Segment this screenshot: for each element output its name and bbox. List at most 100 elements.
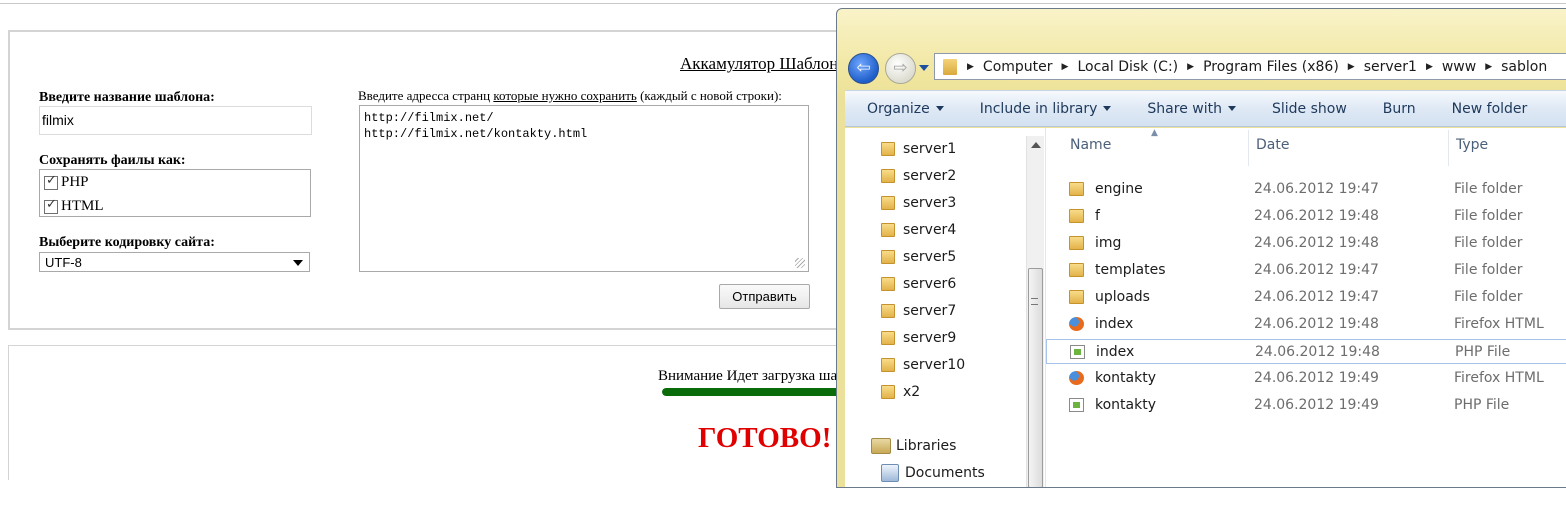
scrollbar-grip-icon bbox=[1031, 298, 1038, 305]
column-header-type[interactable]: Type bbox=[1456, 137, 1488, 153]
column-header-name[interactable]: Name bbox=[1070, 137, 1111, 153]
scroll-up-icon[interactable] bbox=[1031, 142, 1041, 148]
php-file-icon bbox=[1069, 398, 1084, 412]
encoding-select[interactable]: UTF-8 bbox=[39, 252, 310, 272]
file-name: img bbox=[1095, 235, 1122, 251]
chevron-right-icon[interactable]: ▶ bbox=[1348, 62, 1355, 72]
nav-item-label: server4 bbox=[903, 222, 957, 238]
nav-item-server1[interactable]: server1 bbox=[881, 141, 956, 157]
page-title: Аккамулятор Шаблонов bbox=[680, 54, 855, 73]
organize-button[interactable]: Organize bbox=[867, 101, 944, 117]
folder-icon bbox=[943, 58, 957, 75]
file-row[interactable]: templates 24.06.2012 19:47 File folder bbox=[1046, 258, 1566, 283]
file-row[interactable]: img 24.06.2012 19:48 File folder bbox=[1046, 231, 1566, 256]
save-option-html[interactable]: HTML bbox=[44, 197, 104, 215]
chevron-right-icon[interactable]: ▶ bbox=[1062, 62, 1069, 72]
nav-item-libraries[interactable]: Libraries bbox=[871, 438, 956, 454]
burn-button[interactable]: Burn bbox=[1383, 101, 1416, 117]
breadcrumb-local-disk[interactable]: Local Disk (C:) bbox=[1077, 59, 1178, 75]
chevron-right-icon[interactable]: ▶ bbox=[1485, 62, 1492, 72]
nav-item-server9[interactable]: server9 bbox=[881, 330, 956, 346]
share-with-button[interactable]: Share with bbox=[1147, 101, 1236, 117]
breadcrumb-server1[interactable]: server1 bbox=[1364, 59, 1417, 75]
folder-icon bbox=[1069, 290, 1084, 304]
slide-show-button[interactable]: Slide show bbox=[1272, 101, 1347, 117]
breadcrumb-sablon[interactable]: sablon bbox=[1501, 59, 1547, 75]
nav-item-server4[interactable]: server4 bbox=[881, 222, 956, 238]
column-divider[interactable] bbox=[1448, 130, 1449, 166]
nav-item-server2[interactable]: server2 bbox=[881, 168, 956, 184]
submit-button[interactable]: Отправить bbox=[719, 284, 810, 309]
breadcrumb-program-files[interactable]: Program Files (x86) bbox=[1203, 59, 1339, 75]
file-name: engine bbox=[1095, 181, 1143, 197]
nav-item-label: server3 bbox=[903, 195, 957, 211]
file-name: kontakty bbox=[1095, 370, 1156, 386]
nav-item-x2[interactable]: x2 bbox=[881, 384, 920, 400]
urls-label-link: которые нужно сохранить bbox=[493, 88, 637, 103]
chevron-down-icon bbox=[935, 106, 944, 111]
folder-icon bbox=[881, 196, 895, 210]
save-option-php[interactable]: PHP bbox=[44, 173, 89, 191]
nav-item-label: server1 bbox=[903, 141, 957, 157]
navigation-scrollbar[interactable] bbox=[1026, 136, 1044, 487]
nav-item-documents[interactable]: Documents bbox=[881, 464, 985, 482]
top-divider bbox=[0, 3, 1566, 4]
resize-grip-icon[interactable] bbox=[795, 258, 805, 268]
folder-icon bbox=[881, 223, 895, 237]
nav-item-server10[interactable]: server10 bbox=[881, 357, 965, 373]
folder-icon bbox=[881, 250, 895, 264]
breadcrumb-www[interactable]: www bbox=[1442, 59, 1476, 75]
back-arrow-icon[interactable]: ⇦ bbox=[848, 53, 879, 84]
done-message: ГОТОВО! bbox=[698, 422, 832, 454]
file-date: 24.06.2012 19:47 bbox=[1254, 262, 1379, 278]
urls-textarea[interactable]: http://filmix.net/ http://filmix.net/kon… bbox=[359, 105, 809, 272]
php-file-icon bbox=[1070, 345, 1085, 359]
address-bar[interactable]: ▶ Computer ▶ Local Disk (C:) ▶ Program F… bbox=[934, 53, 1566, 80]
organize-label: Organize bbox=[867, 100, 930, 117]
file-name: f bbox=[1095, 208, 1100, 224]
file-row[interactable]: kontakty 24.06.2012 19:49 Firefox HTML bbox=[1046, 366, 1566, 391]
nav-item-label: Libraries bbox=[896, 438, 957, 454]
chevron-right-icon[interactable]: ▶ bbox=[1187, 62, 1194, 72]
nav-item-server7[interactable]: server7 bbox=[881, 303, 956, 319]
chevron-down-icon bbox=[293, 260, 303, 266]
nav-item-server3[interactable]: server3 bbox=[881, 195, 956, 211]
folder-icon bbox=[881, 385, 895, 399]
file-row[interactable]: kontakty 24.06.2012 19:49 PHP File bbox=[1046, 393, 1566, 418]
explorer-window: ⇦ ⇨ ▶ Computer ▶ Local Disk (C:) ▶ Progr… bbox=[836, 8, 1566, 488]
html-checkbox[interactable] bbox=[44, 197, 58, 214]
firefox-icon bbox=[1069, 317, 1084, 331]
explorer-content: server1 server2 server3 server4 server5 … bbox=[845, 128, 1566, 487]
nav-item-server6[interactable]: server6 bbox=[881, 276, 956, 292]
forward-arrow-icon[interactable]: ⇨ bbox=[885, 53, 916, 84]
urls-label: Введите адресса странц которые нужно сох… bbox=[358, 88, 782, 104]
file-row[interactable]: f 24.06.2012 19:48 File folder bbox=[1046, 204, 1566, 229]
nav-item-server5[interactable]: server5 bbox=[881, 249, 956, 265]
nav-item-label: server6 bbox=[903, 276, 957, 292]
file-name: index bbox=[1095, 316, 1134, 332]
urls-textarea-value: http://filmix.net/ http://filmix.net/kon… bbox=[364, 111, 588, 141]
template-name-input[interactable]: filmix bbox=[39, 106, 312, 135]
chevron-right-icon[interactable]: ▶ bbox=[967, 62, 974, 72]
include-in-library-button[interactable]: Include in library bbox=[980, 101, 1112, 117]
file-row[interactable]: index 24.06.2012 19:48 Firefox HTML bbox=[1046, 312, 1566, 337]
file-type: PHP File bbox=[1454, 397, 1510, 413]
column-divider[interactable] bbox=[1248, 130, 1249, 166]
file-list: ▲ Name Date Type engine 24.06.2012 19:47 F… bbox=[1045, 128, 1566, 487]
breadcrumb-computer[interactable]: Computer bbox=[983, 59, 1053, 75]
new-folder-button[interactable]: New folder bbox=[1452, 101, 1528, 117]
recent-pages-dropdown-icon[interactable] bbox=[919, 65, 929, 71]
html-checkbox-label: HTML bbox=[61, 198, 104, 214]
php-checkbox[interactable] bbox=[44, 173, 58, 190]
firefox-icon bbox=[1069, 371, 1084, 385]
share-with-label: Share with bbox=[1147, 100, 1222, 117]
column-header-date[interactable]: Date bbox=[1256, 137, 1289, 153]
file-name: templates bbox=[1095, 262, 1166, 278]
file-row[interactable]: uploads 24.06.2012 19:47 File folder bbox=[1046, 285, 1566, 310]
file-row[interactable]: index 24.06.2012 19:48 PHP File bbox=[1046, 339, 1566, 364]
file-date: 24.06.2012 19:48 bbox=[1255, 344, 1380, 360]
chevron-right-icon[interactable]: ▶ bbox=[1426, 62, 1433, 72]
file-row[interactable]: engine 24.06.2012 19:47 File folder bbox=[1046, 177, 1566, 202]
navigation-pane: server1 server2 server3 server4 server5 … bbox=[845, 128, 1029, 487]
file-name: index bbox=[1096, 344, 1135, 360]
